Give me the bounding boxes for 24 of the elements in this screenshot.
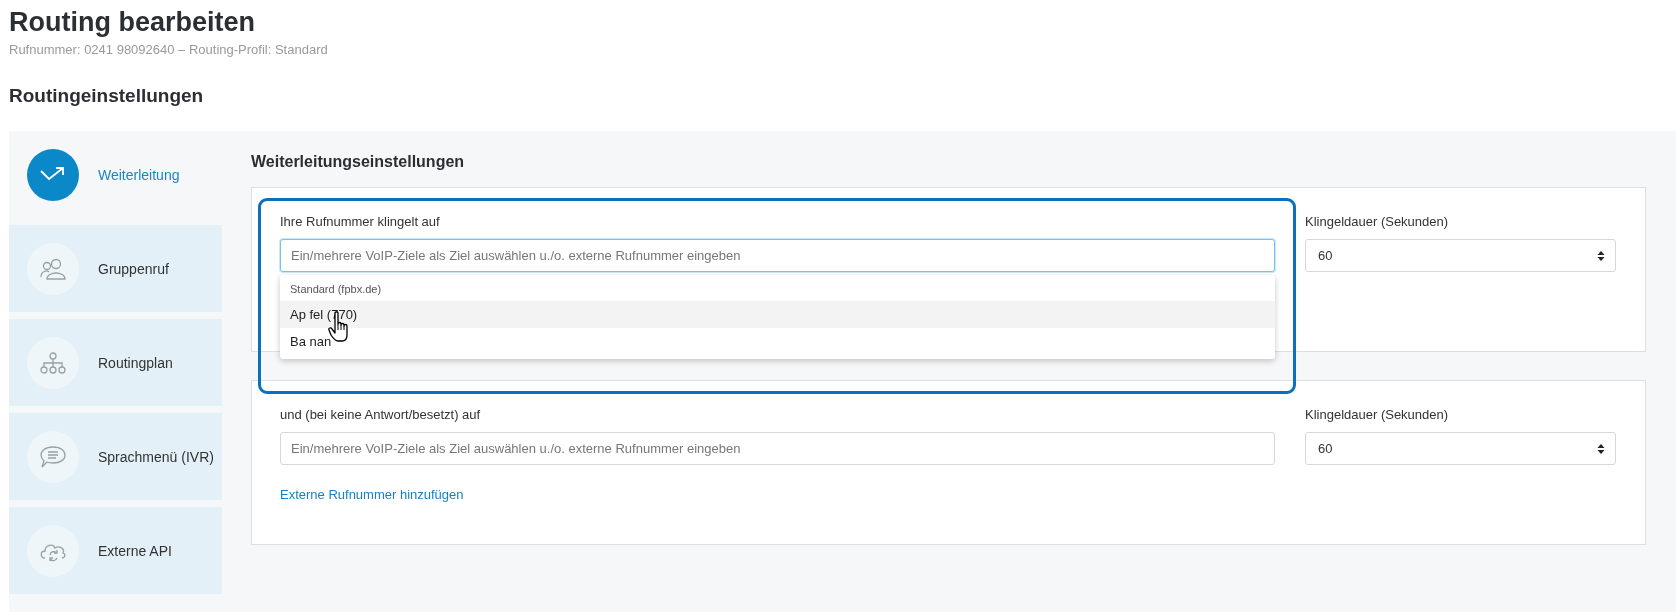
sidebar-item[interactable]: Externe API <box>9 507 222 594</box>
section-title: Routingeinstellungen <box>9 85 205 107</box>
destination-field[interactable]: Ein/mehrere VoIP-Ziele als Ziel auswählen u./o. externe Rufnummer eingeben <box>280 239 1275 272</box>
dropdown-option[interactable]: Ba nan <box>280 328 1275 355</box>
sidebar-label: Sprachmenü (IVR) <box>98 448 214 465</box>
field-label: Klingeldauer (Sekunden) <box>1305 407 1450 423</box>
sidebar-item[interactable]: Gruppenruf <box>9 225 222 312</box>
field-label: und (bei keine Antwort/besetzt) auf <box>280 407 482 423</box>
settings-title: Weiterleitungseinstellungen <box>251 153 466 171</box>
duration-select[interactable]: 60 <box>1305 432 1616 465</box>
sidebar-label: Externe API <box>98 542 172 559</box>
duration-select[interactable]: 60 <box>1305 239 1616 272</box>
add-number-link[interactable]: Externe Rufnummer hinzufügen <box>280 487 464 502</box>
sidebar-item[interactable]: Sprachmenü (IVR) <box>9 413 222 500</box>
destination-field[interactable]: Ein/mehrere VoIP-Ziele als Ziel auswählen u./o. externe Rufnummer eingeben <box>280 432 1275 465</box>
sidebar-label: Routingplan <box>98 354 173 371</box>
sidebar-label: Gruppenruf <box>98 260 169 277</box>
sidebar-item[interactable]: Routingplan <box>9 319 222 406</box>
page-title: Routing bearbeiten <box>9 6 256 38</box>
field-label: Ihre Rufnummer klingelt auf <box>280 214 441 230</box>
sidebar-label: Weiterleitung <box>98 166 180 183</box>
option-group-label: Standard (fpbx.de) <box>289 283 383 297</box>
field-label: Klingeldauer (Sekunden) <box>1305 214 1450 230</box>
page-subtitle: Rufnummer: 0241 98092640 – Routing-Profil: Standard <box>9 42 329 57</box>
